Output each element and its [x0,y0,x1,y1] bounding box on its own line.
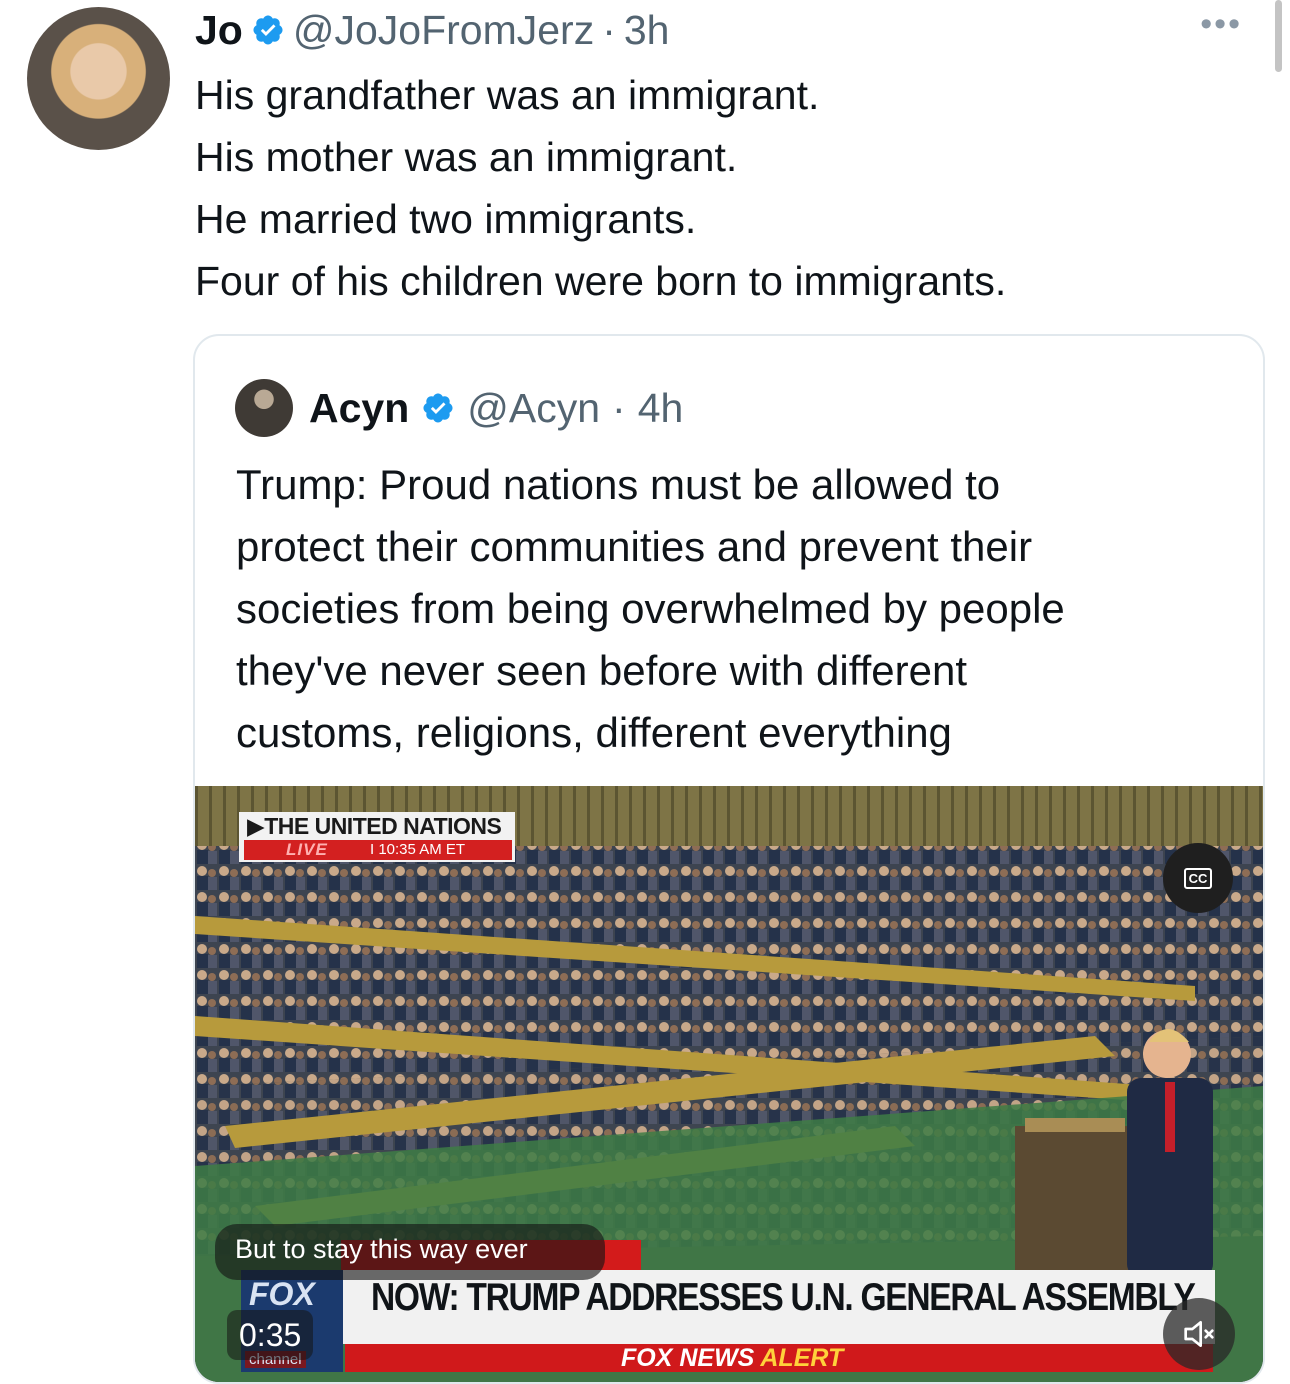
top-tag-time: I 10:35 AM ET [370,841,466,858]
quoted-author-name[interactable]: Acyn [309,385,409,432]
quoted-tweet-line: protect their communities and prevent th… [236,523,1033,570]
author-name[interactable]: Jo [195,7,243,54]
author-avatar[interactable] [27,7,170,150]
video-player[interactable]: ▶THE UNITED NATIONS LIVE I 10:35 AM ET C… [195,786,1263,1382]
author-handle[interactable]: @JoJoFromJerz [293,7,594,54]
chyron-alert: FOX NEWS ALERT [621,1344,843,1372]
quoted-author-handle[interactable]: @Acyn [467,385,600,432]
network-top-tag: ▶THE UNITED NATIONS LIVE I 10:35 AM ET [239,812,515,862]
verified-badge-icon [253,15,283,45]
quoted-tweet-line: customs, religions, different everything [236,709,952,756]
fox-logo-text: FOX [249,1276,315,1312]
chyron-alert-bar: FOX NEWS ALERT [345,1344,1213,1372]
quoted-tweet-line: they've never seen before with different [236,647,968,694]
mute-button[interactable] [1163,1298,1235,1370]
quoted-tweet-line: Trump: Proud nations must be allowed to [236,461,1001,508]
chyron-alert-prefix: FOX NEWS [621,1344,755,1372]
quoted-tweet-header: Acyn @Acyn · 4h [235,379,684,437]
closed-captions-button[interactable]: CC [1163,843,1233,913]
top-tag-title: ▶THE UNITED NATIONS [247,813,502,839]
quoted-tweet-card[interactable]: Acyn @Acyn · 4h Trump: Proud nations mus… [193,334,1265,1384]
top-tag-live-bar: LIVE I 10:35 AM ET [244,840,512,860]
separator-dot: · [602,6,616,53]
cc-icon: CC [1183,867,1213,889]
video-caption: But to stay this way ever [215,1224,605,1280]
quoted-author-avatar[interactable] [235,379,293,437]
chyron-main: NOW: TRUMP ADDRESSES U.N. GENERAL ASSEMB… [343,1270,1215,1344]
quoted-tweet-timestamp[interactable]: 4h [638,385,684,432]
top-tag-live: LIVE [286,840,328,859]
more-horizontal-icon[interactable]: ••• [1200,7,1242,41]
tweet-timestamp[interactable]: 3h [624,7,670,54]
caption-text: But to stay this way ever [235,1234,528,1264]
tweet-line: He married two immigrants. [195,196,697,242]
quoted-tweet-text: Trump: Proud nations must be allowed to … [236,454,1226,764]
scrollbar[interactable] [1275,0,1282,72]
tweet-line: His grandfather was an immigrant. [195,72,820,118]
chyron-headline: NOW: TRUMP ADDRESSES U.N. GENERAL ASSEMB… [371,1276,1196,1319]
chyron-alert-suffix: ALERT [760,1344,844,1372]
separator-dot: · [612,384,626,431]
verified-badge-icon [423,393,453,423]
tweet-line: His mother was an immigrant. [195,134,738,180]
tweet-line: Four of his children were born to immigr… [195,258,1007,304]
tweet-header: Jo @JoJoFromJerz · 3h [195,4,669,56]
tweet-text: His grandfather was an immigrant. His mo… [195,64,1245,312]
volume-muted-icon [1184,1321,1214,1347]
video-duration: 0:35 [227,1310,314,1360]
quoted-tweet-line: societies from being overwhelmed by peop… [236,585,1065,632]
